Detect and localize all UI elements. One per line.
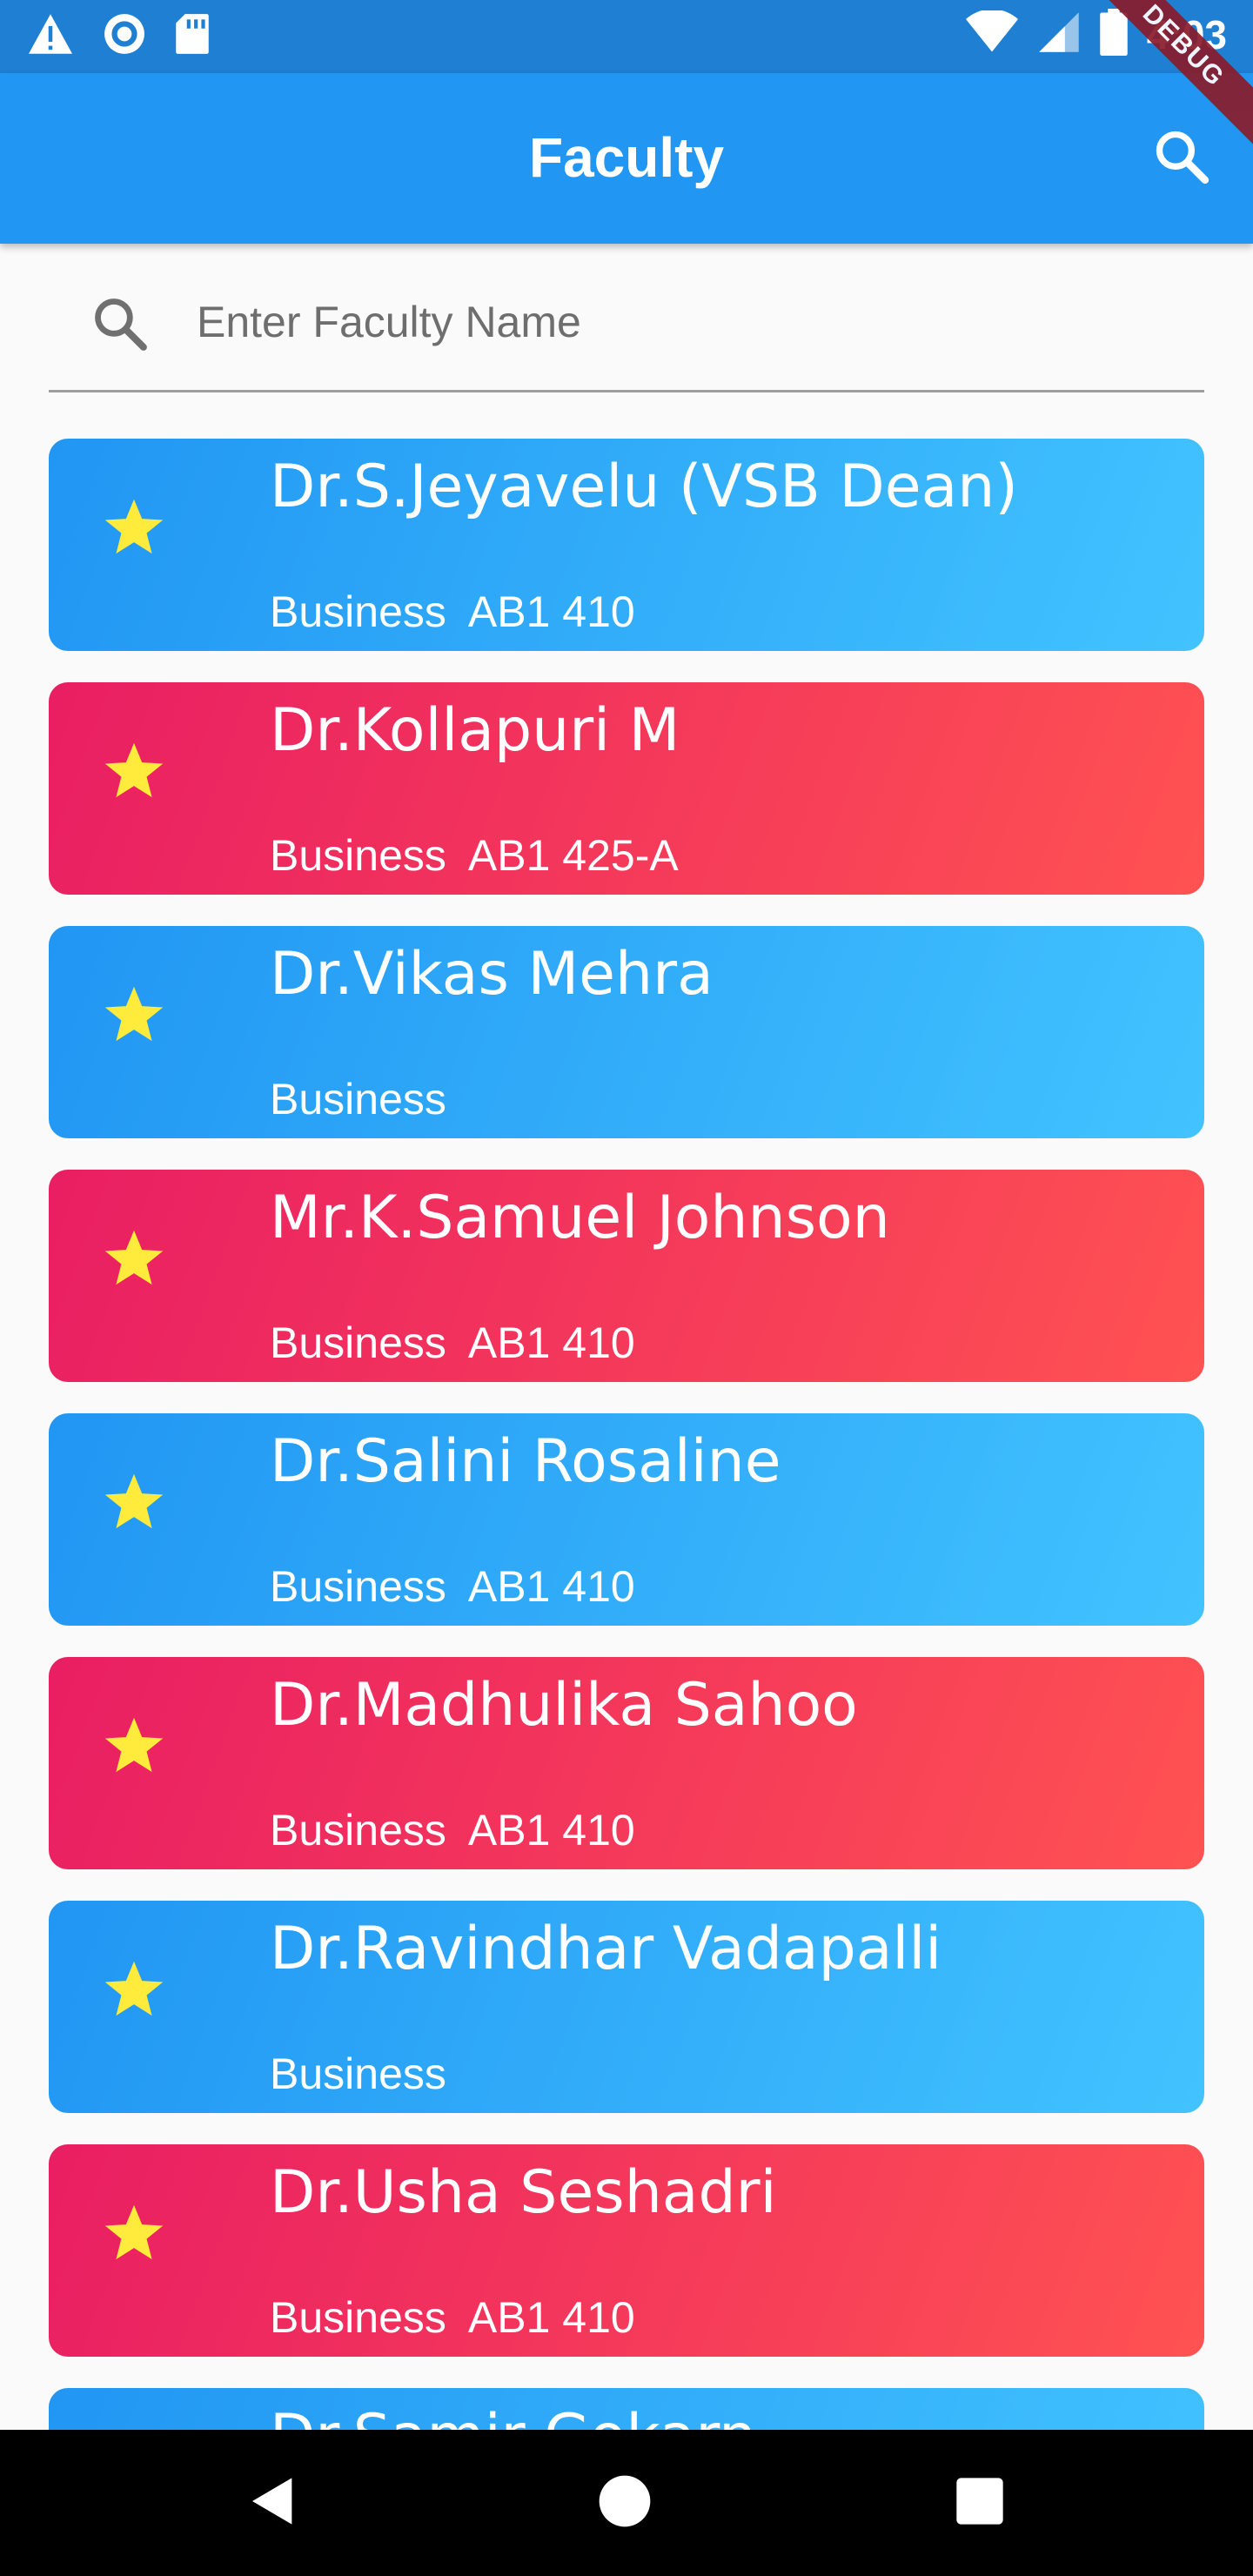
- star-icon[interactable]: [101, 1225, 167, 1296]
- faculty-name: Dr.Vikas Mehra: [270, 940, 714, 1009]
- faculty-card[interactable]: Dr.Usha Seshadri Business AB1 410: [49, 2144, 1204, 2357]
- faculty-name: Dr.Madhulika Sahoo: [270, 1671, 858, 1740]
- faculty-name: Dr.Samir Gokarn: [270, 2402, 756, 2430]
- page-title: Faculty: [528, 126, 725, 189]
- home-icon[interactable]: [597, 2473, 653, 2533]
- search-field[interactable]: [49, 270, 1204, 392]
- search-icon: [1156, 131, 1209, 184]
- faculty-name: Dr.Kollapuri M: [270, 696, 680, 765]
- wifi-icon: [965, 9, 1018, 58]
- faculty-name: Dr.Salini Rosaline: [270, 1427, 781, 1496]
- search-icon: [90, 294, 150, 358]
- app-bar: Faculty: [0, 73, 1253, 244]
- record-icon: [103, 12, 146, 60]
- star-icon[interactable]: [101, 1469, 167, 1540]
- recents-icon[interactable]: [952, 2473, 1008, 2533]
- faculty-list[interactable]: Dr.S.Jeyavelu (VSB Dean) Business AB1 410…: [49, 439, 1204, 2430]
- faculty-department-room: Business AB1 410: [270, 1806, 635, 1855]
- faculty-department-room: Business: [270, 2049, 446, 2098]
- faculty-department-room: Business AB1 410: [270, 587, 635, 636]
- faculty-card[interactable]: Dr.Ravindhar Vadapalli Business: [49, 1901, 1204, 2113]
- faculty-card[interactable]: Dr.Salini Rosaline Business AB1 410: [49, 1413, 1204, 1626]
- signal-icon: [1037, 10, 1081, 58]
- faculty-card[interactable]: Dr.Kollapuri M Business AB1 425-A: [49, 682, 1204, 895]
- battery-icon: [1100, 9, 1128, 60]
- faculty-department-room: Business AB1 410: [270, 1562, 635, 1611]
- faculty-card[interactable]: Dr.Vikas Mehra Business: [49, 926, 1204, 1138]
- faculty-department-room: Business: [270, 1075, 446, 1124]
- sd-card-icon: [174, 12, 211, 60]
- faculty-name: Mr.K.Samuel Johnson: [270, 1184, 890, 1252]
- faculty-department-room: Business AB1 425-A: [270, 831, 679, 880]
- search-button[interactable]: [1152, 127, 1211, 191]
- back-icon[interactable]: [245, 2473, 301, 2533]
- faculty-card[interactable]: Dr.S.Jeyavelu (VSB Dean) Business AB1 410: [49, 439, 1204, 651]
- star-icon[interactable]: [101, 2200, 167, 2271]
- star-icon[interactable]: [101, 982, 167, 1052]
- faculty-card[interactable]: Dr.Samir Gokarn: [49, 2388, 1204, 2430]
- faculty-name: Dr.S.Jeyavelu (VSB Dean): [270, 453, 1018, 521]
- search-input[interactable]: [195, 282, 1156, 362]
- warning-icon: [26, 12, 75, 60]
- faculty-department-room: Business AB1 410: [270, 1318, 635, 1367]
- status-bar: 4:03: [0, 0, 1253, 73]
- star-icon[interactable]: [101, 1956, 167, 2027]
- star-icon[interactable]: [101, 738, 167, 808]
- star-icon[interactable]: [101, 1713, 167, 1783]
- faculty-name: Dr.Usha Seshadri: [270, 2158, 777, 2227]
- star-icon[interactable]: [101, 494, 167, 565]
- faculty-card[interactable]: Mr.K.Samuel Johnson Business AB1 410: [49, 1170, 1204, 1382]
- navigation-bar: [0, 2430, 1253, 2576]
- faculty-name: Dr.Ravindhar Vadapalli: [270, 1915, 942, 1983]
- faculty-card[interactable]: Dr.Madhulika Sahoo Business AB1 410: [49, 1657, 1204, 1869]
- faculty-department-room: Business AB1 410: [270, 2293, 635, 2342]
